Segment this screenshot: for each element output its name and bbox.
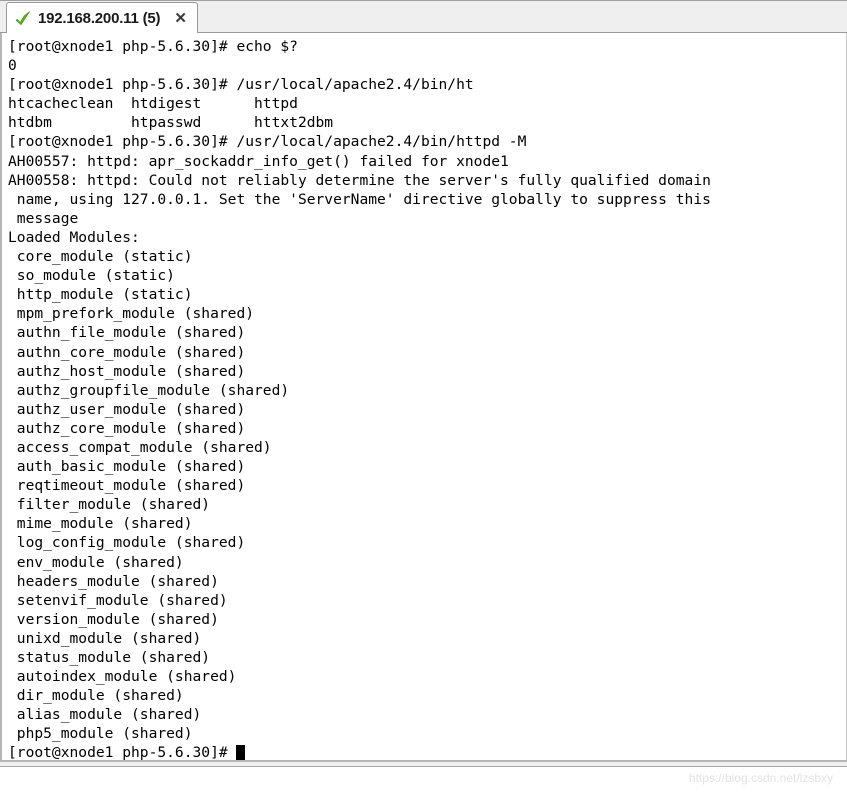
terminal-line: alias_module (shared): [8, 706, 202, 724]
terminal-prompt-line: [root@xnode1 php-5.6.30]#: [8, 743, 846, 760]
terminal-line: message: [8, 209, 79, 227]
terminal-line: access_compat_module (shared): [8, 438, 272, 456]
green-check-icon: [15, 10, 30, 25]
terminal-line: dir_module (shared): [8, 687, 184, 705]
terminal-line: filter_module (shared): [8, 496, 211, 514]
terminal-line: name, using 127.0.0.1. Set the 'ServerNa…: [8, 190, 711, 208]
terminal-line: authz_core_module (shared): [8, 419, 246, 437]
shell-prompt: [root@xnode1 php-5.6.30]#: [8, 744, 237, 760]
terminal-line: htdbm htpasswd httxt2dbm: [8, 114, 334, 132]
terminal-screen[interactable]: [root@xnode1 php-5.6.30]# echo $? 0 [root@…: [0, 33, 847, 760]
terminal-line: htcacheclean htdigest httpd: [8, 95, 298, 113]
terminal-line: reqtimeout_module (shared): [8, 477, 246, 495]
terminal-line: php5_module (shared): [8, 725, 193, 743]
terminal-line: authn_core_module (shared): [8, 343, 246, 361]
terminal-line: [root@xnode1 php-5.6.30]# /usr/local/apa…: [8, 76, 474, 94]
tab-session-192-168-200-11[interactable]: 192.168.200.11 (5) ✕: [6, 2, 198, 33]
terminal-line: AH00558: httpd: Could not reliably deter…: [8, 171, 711, 189]
terminal-line: setenvif_module (shared): [8, 591, 228, 609]
terminal-line: 0: [8, 57, 17, 75]
terminal-line: Loaded Modules:: [8, 228, 140, 246]
terminal-line: status_module (shared): [8, 649, 211, 666]
terminal-line: autoindex_module (shared): [8, 668, 237, 686]
terminal-window: 192.168.200.11 (5) ✕ [root@xnode1 php-5.…: [0, 0, 847, 795]
watermark-text: https://blog.csdn.net/lzsbxy: [688, 771, 833, 785]
terminal-line: so_module (static): [8, 267, 175, 285]
tab-bar: 192.168.200.11 (5) ✕: [0, 0, 847, 33]
close-icon[interactable]: ✕: [172, 11, 189, 26]
terminal-line: authn_file_module (shared): [8, 324, 246, 342]
terminal-line: auth_basic_module (shared): [8, 458, 246, 476]
text-cursor: [236, 745, 246, 760]
terminal-line: [root@xnode1 php-5.6.30]# /usr/local/apa…: [8, 133, 527, 151]
terminal-line: mpm_prefork_module (shared): [8, 305, 255, 323]
terminal-line: authz_groupfile_module (shared): [8, 381, 290, 399]
terminal-line: http_module (static): [8, 286, 193, 304]
terminal-line: mime_module (shared): [8, 515, 193, 533]
tab-title: 192.168.200.11 (5): [38, 9, 161, 27]
terminal-line: log_config_module (shared): [8, 534, 246, 552]
status-bar: https://blog.csdn.net/lzsbxy: [0, 767, 847, 795]
terminal-line: headers_module (shared): [8, 572, 219, 590]
terminal-line: env_module (shared): [8, 553, 184, 571]
terminal-output: [root@xnode1 php-5.6.30]# echo $? 0 [root@…: [2, 33, 846, 760]
terminal-line: version_module (shared): [8, 610, 219, 628]
terminal-line: [root@xnode1 php-5.6.30]# echo $?: [8, 38, 298, 55]
terminal-line: AH00557: httpd: apr_sockaddr_info_get() …: [8, 152, 509, 170]
terminal-line: authz_user_module (shared): [8, 400, 246, 418]
terminal-line: core_module (static): [8, 248, 193, 266]
terminal-line: authz_host_module (shared): [8, 362, 246, 380]
window-bottom-edge: [0, 760, 847, 767]
terminal-line: unixd_module (shared): [8, 629, 202, 647]
